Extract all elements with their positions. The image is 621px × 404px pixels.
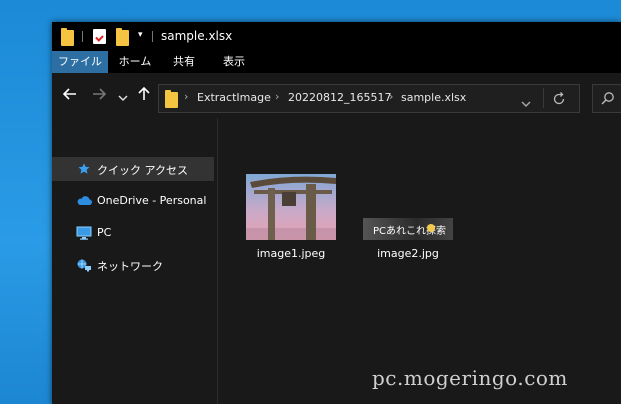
sidebar-item-network[interactable]: ネットワーク bbox=[52, 253, 214, 277]
tab-file[interactable]: ファイル bbox=[52, 51, 108, 73]
breadcrumb-separator: › bbox=[275, 90, 280, 103]
separator bbox=[82, 31, 83, 42]
window-title: sample.xlsx bbox=[161, 29, 233, 43]
network-icon bbox=[77, 259, 91, 272]
file-item-image1[interactable]: image1.jpeg bbox=[236, 174, 346, 260]
ribbon: ファイル ホーム 共有 表示 bbox=[52, 51, 621, 73]
breadcrumb-date-folder[interactable]: 20220812_165517 bbox=[288, 91, 391, 104]
breadcrumb-separator: › bbox=[184, 90, 189, 103]
refresh-icon bbox=[553, 92, 565, 105]
breadcrumb-separator: › bbox=[389, 90, 394, 103]
cloud-icon bbox=[77, 196, 92, 206]
search-icon bbox=[601, 92, 614, 105]
tab-view[interactable]: 表示 bbox=[214, 51, 254, 73]
navigation-bar: › ExtractImage › 20220812_165517 › sampl… bbox=[52, 73, 621, 118]
divider bbox=[543, 88, 544, 108]
torii-gate-thumbnail bbox=[246, 174, 336, 240]
pc-banner-thumbnail: PCあれこれ探索 bbox=[363, 218, 453, 240]
file-item-image2[interactable]: PCあれこれ探索 image2.jpg bbox=[353, 174, 463, 260]
properties-icon[interactable] bbox=[93, 29, 106, 44]
tab-share[interactable]: 共有 bbox=[164, 51, 204, 73]
sidebar-item-label: PC bbox=[97, 226, 112, 239]
arrow-up-icon bbox=[138, 86, 150, 100]
chevron-down-icon bbox=[118, 95, 128, 102]
arrow-right-icon bbox=[93, 88, 107, 100]
arrow-left-icon bbox=[62, 88, 76, 100]
forward-button[interactable] bbox=[91, 86, 107, 106]
recent-locations-button[interactable] bbox=[118, 88, 128, 107]
refresh-button[interactable] bbox=[552, 91, 566, 110]
sidebar-item-onedrive[interactable]: OneDrive - Personal bbox=[52, 189, 214, 213]
sidebar-item-pc[interactable]: PC bbox=[52, 221, 214, 245]
sidebar-item-label: クイック アクセス bbox=[97, 164, 188, 177]
image-thumbnail: PCあれこれ探索 bbox=[363, 174, 453, 240]
title-bar: ▾ sample.xlsx bbox=[52, 22, 621, 51]
image-thumbnail bbox=[246, 174, 336, 240]
file-name: image2.jpg bbox=[377, 247, 439, 260]
navigation-pane: クイック アクセス OneDrive - Personal PC ネットワーク bbox=[52, 118, 217, 404]
file-name: image1.jpeg bbox=[256, 247, 326, 260]
breadcrumb-extractimage[interactable]: ExtractImage bbox=[197, 91, 271, 104]
address-dropdown-button[interactable] bbox=[521, 94, 531, 113]
monitor-icon bbox=[76, 226, 92, 240]
up-button[interactable] bbox=[136, 86, 152, 106]
sidebar-item-label: ネットワーク bbox=[97, 260, 163, 273]
sidebar-item-quick-access[interactable]: クイック アクセス bbox=[52, 157, 214, 181]
sidebar-item-label: OneDrive - Personal bbox=[97, 194, 207, 207]
file-explorer-window: ▾ sample.xlsx ファイル ホーム 共有 表示 › ExtractIm… bbox=[52, 22, 621, 404]
star-icon bbox=[78, 163, 90, 174]
address-bar[interactable]: › ExtractImage › 20220812_165517 › sampl… bbox=[158, 84, 580, 113]
tab-home[interactable]: ホーム bbox=[110, 51, 160, 73]
back-button[interactable] bbox=[62, 86, 78, 106]
chevron-down-icon bbox=[521, 101, 531, 107]
thumb-text: PCあれこれ探索 bbox=[373, 226, 447, 237]
separator bbox=[152, 31, 153, 42]
customize-toolbar-icon[interactable]: ▾ bbox=[138, 30, 143, 40]
file-list: image1.jpeg PCあれこれ探索 image2.jpg bbox=[218, 118, 621, 404]
watermark: pc.mogeringo.com bbox=[372, 366, 568, 390]
search-box[interactable] bbox=[592, 84, 621, 113]
breadcrumb-sample-xlsx[interactable]: sample.xlsx bbox=[401, 91, 466, 104]
